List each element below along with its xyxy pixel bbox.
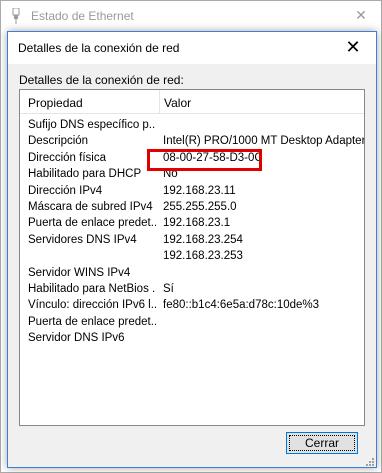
- list-row[interactable]: 192.168.23.253: [20, 249, 364, 265]
- dialog-titlebar[interactable]: Detalles de la conexión de red ✕: [8, 32, 376, 64]
- list-row[interactable]: Sufijo DNS específico p...: [20, 118, 364, 134]
- list-rows: Sufijo DNS específico p... Descripción In…: [20, 118, 364, 347]
- list-row[interactable]: Habilitado para NetBios ... Sí: [20, 282, 364, 298]
- property-value: 255.255.255.0: [163, 200, 237, 213]
- list-header: Propiedad Valor: [20, 90, 364, 114]
- list-row[interactable]: Descripción Intel(R) PRO/1000 MT Desktop …: [20, 134, 364, 150]
- dialog-title: Detalles de la conexión de red: [18, 41, 180, 55]
- list-row[interactable]: Servidor WINS IPv4: [20, 266, 364, 282]
- property-name: Dirección IPv4: [28, 184, 103, 197]
- property-name: Sufijo DNS específico p...: [28, 119, 156, 131]
- property-value: 192.168.23.1: [163, 217, 231, 230]
- parent-close-icon[interactable]: ✕: [353, 7, 369, 23]
- list-row[interactable]: Servidor DNS IPv6: [20, 331, 364, 347]
- column-divider[interactable]: [159, 90, 160, 114]
- parent-titlebar[interactable]: Estado de Ethernet ✕: [1, 1, 381, 31]
- network-adapter-icon: [11, 7, 21, 24]
- resize-grip-icon[interactable]: [364, 455, 374, 466]
- close-button[interactable]: Cerrar: [286, 432, 358, 454]
- details-list[interactable]: Propiedad Valor Sufijo DNS específico p.…: [19, 89, 365, 426]
- list-row[interactable]: Servidores DNS IPv4 192.168.23.254: [20, 233, 364, 249]
- property-name: Máscara de subred IPv4: [28, 200, 153, 213]
- details-group-label: Detalles de la conexión de red:: [19, 73, 184, 87]
- property-name: Dirección física: [28, 151, 106, 164]
- property-value: fe80::b1c4:6e5a:d78c:10de%3: [163, 299, 320, 312]
- list-row[interactable]: Puerta de enlace predet...: [20, 315, 364, 331]
- property-name: Habilitado para DHCP: [28, 168, 142, 181]
- property-name: Servidor DNS IPv6: [28, 332, 125, 345]
- list-row[interactable]: Máscara de subred IPv4 255.255.255.0: [20, 200, 364, 216]
- property-name: Descripción: [28, 135, 89, 148]
- property-name: Servidor WINS IPv4: [28, 266, 131, 279]
- close-icon[interactable]: ✕: [338, 37, 368, 59]
- property-name: Puerta de enlace predet...: [28, 315, 156, 328]
- list-row[interactable]: Vínculo: dirección IPv6 l... fe80::b1c4:6…: [20, 298, 364, 314]
- property-value: Intel(R) PRO/1000 MT Desktop Adapter: [163, 135, 365, 148]
- list-row[interactable]: Dirección física 08-00-27-58-D3-0C: [20, 151, 364, 167]
- list-row[interactable]: Dirección IPv4 192.168.23.11: [20, 184, 364, 200]
- property-value: No: [163, 168, 178, 181]
- property-value: 192.168.23.253: [163, 250, 243, 263]
- parent-window-title: Estado de Ethernet: [31, 9, 134, 23]
- column-header-value[interactable]: Valor: [164, 96, 191, 110]
- list-row[interactable]: Habilitado para DHCP No: [20, 167, 364, 183]
- connection-details-dialog: Detalles de la conexión de red ✕ Detalle…: [7, 31, 377, 468]
- property-value: 192.168.23.11: [163, 184, 236, 197]
- property-name: Servidores DNS IPv4: [28, 233, 137, 246]
- property-name: Habilitado para NetBios ...: [28, 282, 156, 295]
- property-value: Sí: [163, 282, 174, 295]
- column-header-property[interactable]: Propiedad: [28, 96, 83, 110]
- property-name: Puerta de enlace predet...: [28, 217, 156, 230]
- property-value: 08-00-27-58-D3-0C: [163, 151, 263, 164]
- list-row[interactable]: Puerta de enlace predet... 192.168.23.1: [20, 216, 364, 232]
- property-name: Vínculo: dirección IPv6 l...: [28, 299, 156, 312]
- property-value: 192.168.23.254: [163, 233, 243, 246]
